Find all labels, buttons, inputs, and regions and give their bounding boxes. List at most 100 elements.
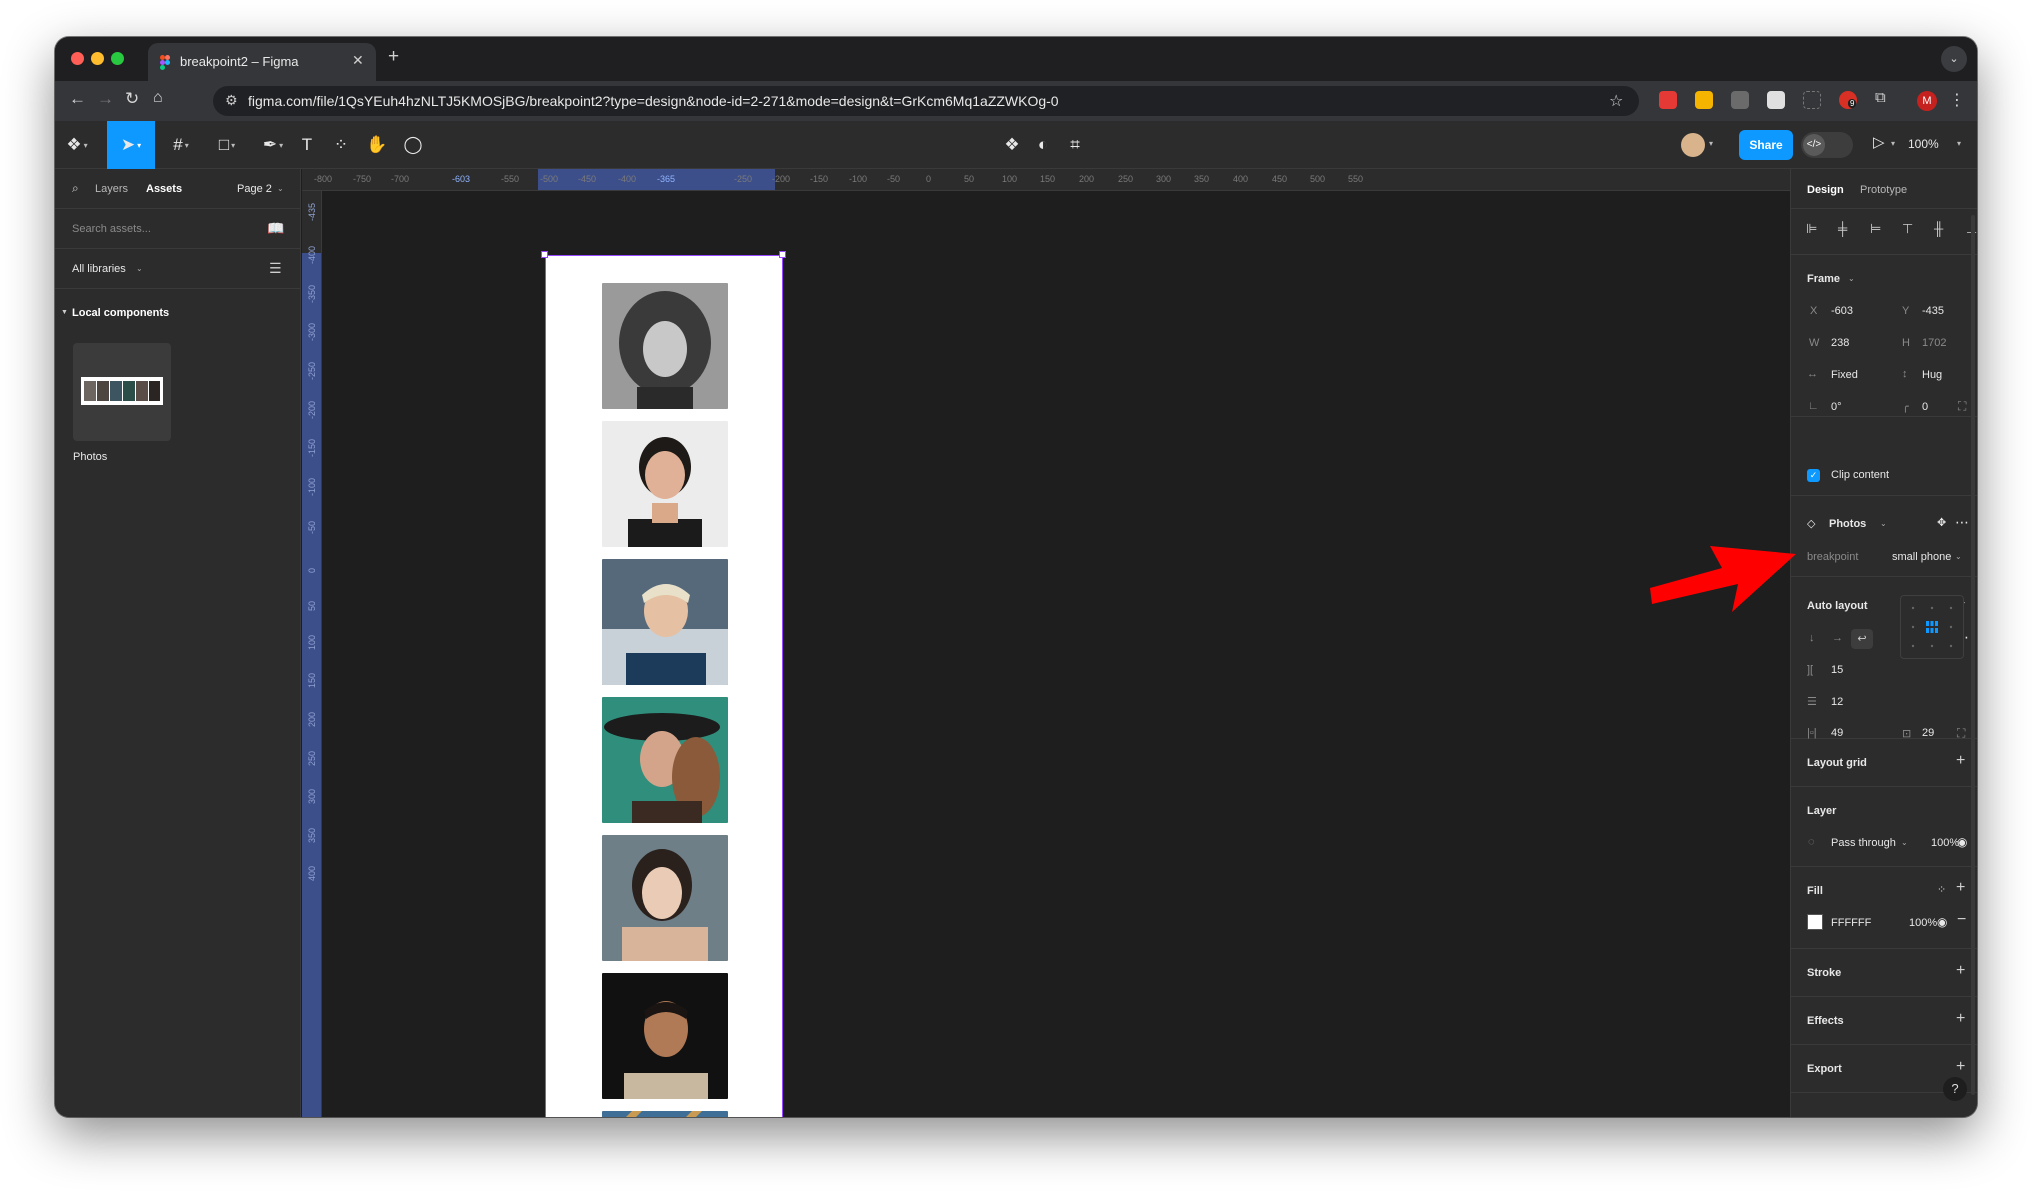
dev-mode-toggle[interactable]: </>	[1801, 132, 1853, 158]
horizontal-direction-icon[interactable]: →	[1832, 632, 1843, 644]
frame-title[interactable]: Frame	[1807, 273, 1840, 285]
breakpoint-variant-dropdown[interactable]: small phone	[1892, 551, 1951, 563]
library-book-icon[interactable]: 📖	[267, 220, 284, 237]
extensions-puzzle-icon[interactable]: ⧉	[1875, 89, 1886, 106]
corner-radius-input[interactable]: 0	[1922, 401, 1928, 413]
caret-down-icon[interactable]: ▼	[61, 309, 68, 316]
tab-assets[interactable]: Assets	[146, 183, 182, 195]
vertical-direction-icon[interactable]: ↓	[1809, 632, 1815, 644]
hand-tool-icon[interactable]: ✋	[361, 121, 393, 169]
layer-opacity-input[interactable]: 100%	[1931, 837, 1959, 849]
share-button[interactable]: Share	[1739, 130, 1793, 160]
extension-adblock-icon[interactable]	[1659, 91, 1677, 109]
site-settings-icon[interactable]: ⚙	[225, 92, 238, 109]
close-tab-icon[interactable]: ✕	[352, 52, 364, 69]
fill-hex-input[interactable]: FFFFFF	[1831, 917, 1871, 929]
tab-design[interactable]: Design	[1807, 184, 1844, 196]
tab-layers[interactable]: Layers	[95, 183, 128, 195]
portrait-photo[interactable]	[602, 559, 728, 685]
height-mode-dropdown[interactable]: Hug	[1922, 369, 1942, 381]
panel-scrollbar[interactable]	[1971, 215, 1975, 1095]
y-input[interactable]: -435	[1922, 305, 1944, 317]
height-input[interactable]: 1702	[1922, 337, 1946, 349]
profile-avatar[interactable]: M	[1917, 91, 1937, 111]
independent-corners-icon[interactable]: ⛶	[1958, 399, 1966, 414]
style-grid-icon[interactable]: ⁘	[1937, 883, 1946, 896]
user-avatar[interactable]	[1681, 133, 1705, 157]
tab-prototype[interactable]: Prototype	[1860, 184, 1907, 196]
align-middle-icon[interactable]: ╫	[1934, 221, 1943, 236]
more-options-icon[interactable]: ⋯	[1955, 514, 1969, 531]
add-icon[interactable]: +	[1956, 879, 1965, 897]
present-play-icon[interactable]: ▷	[1873, 133, 1885, 151]
crop-tool-icon[interactable]: ⌗	[1059, 121, 1091, 169]
move-tool-icon[interactable]: ➤ ▾	[107, 121, 155, 169]
browser-tab[interactable]: breakpoint2 – Figma ✕	[148, 43, 376, 81]
chevron-down-icon[interactable]: ▾	[1709, 139, 1713, 148]
add-icon[interactable]: +	[1956, 962, 1965, 980]
horizontal-padding-input[interactable]: 49	[1831, 727, 1843, 739]
portrait-photo[interactable]	[602, 973, 728, 1099]
row-gap-input[interactable]: 12	[1831, 696, 1843, 708]
minimize-window-button[interactable]	[91, 52, 104, 65]
add-icon[interactable]: +	[1956, 1058, 1965, 1076]
align-right-icon[interactable]: ⊨	[1870, 221, 1881, 237]
portrait-photo[interactable]	[602, 1111, 728, 1117]
chevron-down-icon[interactable]: ⌄	[1901, 838, 1908, 847]
new-tab-icon[interactable]: +	[388, 46, 399, 68]
list-view-icon[interactable]: ☰	[269, 260, 282, 277]
add-icon[interactable]: +	[1956, 1010, 1965, 1028]
resize-handle[interactable]	[541, 251, 548, 258]
wrap-direction-icon[interactable]: ↩	[1851, 629, 1873, 649]
resources-tool-icon[interactable]: ⁘	[325, 121, 357, 169]
browser-menu-icon[interactable]: ⋮	[1949, 90, 1965, 110]
eye-icon[interactable]: ◉	[1957, 835, 1967, 849]
libraries-dropdown[interactable]: All libraries	[72, 263, 126, 275]
portrait-photo[interactable]	[602, 697, 728, 823]
assets-search-input[interactable]: Search assets...	[72, 223, 151, 235]
portrait-photo[interactable]	[602, 835, 728, 961]
forward-icon[interactable]: →	[97, 89, 114, 109]
vertical-padding-input[interactable]: 29	[1922, 727, 1934, 739]
component-thumbnail[interactable]	[73, 343, 171, 441]
x-input[interactable]: -603	[1831, 305, 1853, 317]
blend-mode-dropdown[interactable]: Pass through	[1831, 837, 1896, 849]
bookmark-star-icon[interactable]: ☆	[1609, 91, 1623, 111]
extension-clipboard-icon[interactable]	[1767, 91, 1785, 109]
add-icon[interactable]: +	[1956, 752, 1965, 770]
align-top-icon[interactable]: ⊤	[1902, 221, 1913, 237]
page-selector[interactable]: Page 2	[237, 183, 272, 195]
portrait-photo[interactable]	[602, 283, 728, 409]
zoom-level[interactable]: 100%	[1908, 137, 1939, 151]
chevron-down-icon[interactable]: ⌄	[1880, 519, 1887, 528]
fill-color-swatch[interactable]	[1807, 914, 1823, 930]
chevron-down-icon[interactable]: ▾	[1957, 139, 1961, 148]
rotation-input[interactable]: 0°	[1831, 401, 1842, 413]
figma-main-menu-icon[interactable]: ❖ ▾	[59, 121, 95, 169]
design-canvas[interactable]	[323, 192, 1790, 1117]
chevron-down-icon[interactable]: ▾	[1891, 139, 1895, 148]
component-instance-name[interactable]: Photos	[1829, 518, 1866, 530]
fill-opacity-input[interactable]: 100%	[1909, 917, 1937, 929]
url-field[interactable]: ⚙ figma.com/file/1QsYEuh4hzNLTJ5KMOSjBG/…	[213, 86, 1639, 116]
shape-tool-icon[interactable]: □ ▾	[205, 121, 249, 169]
chevron-down-icon[interactable]: ⌄	[1848, 274, 1855, 283]
home-icon[interactable]: ⌂	[153, 89, 163, 107]
extension-notes-icon[interactable]	[1695, 91, 1713, 109]
extension-camera-icon[interactable]	[1731, 91, 1749, 109]
clip-content-checkbox[interactable]: ✓	[1807, 469, 1820, 482]
close-window-button[interactable]	[71, 52, 84, 65]
help-icon[interactable]: ?	[1943, 1077, 1967, 1101]
chevron-down-icon[interactable]: ⌄	[136, 264, 143, 273]
chevron-down-icon[interactable]: ⌄	[1955, 552, 1962, 561]
alignment-grid[interactable]	[1900, 595, 1964, 659]
resize-handle[interactable]	[779, 251, 786, 258]
clip-content-label[interactable]: Clip content	[1831, 469, 1889, 481]
comment-tool-icon[interactable]: ◯	[397, 121, 429, 169]
width-mode-dropdown[interactable]: Fixed	[1831, 369, 1858, 381]
search-icon[interactable]: ⌕	[72, 181, 79, 196]
photos-frame[interactable]	[545, 255, 783, 1117]
contrast-icon[interactable]: ◐	[1027, 121, 1059, 169]
extension-badge-icon[interactable]: 9	[1839, 91, 1857, 109]
pen-tool-icon[interactable]: ✒ ▾	[251, 121, 295, 169]
